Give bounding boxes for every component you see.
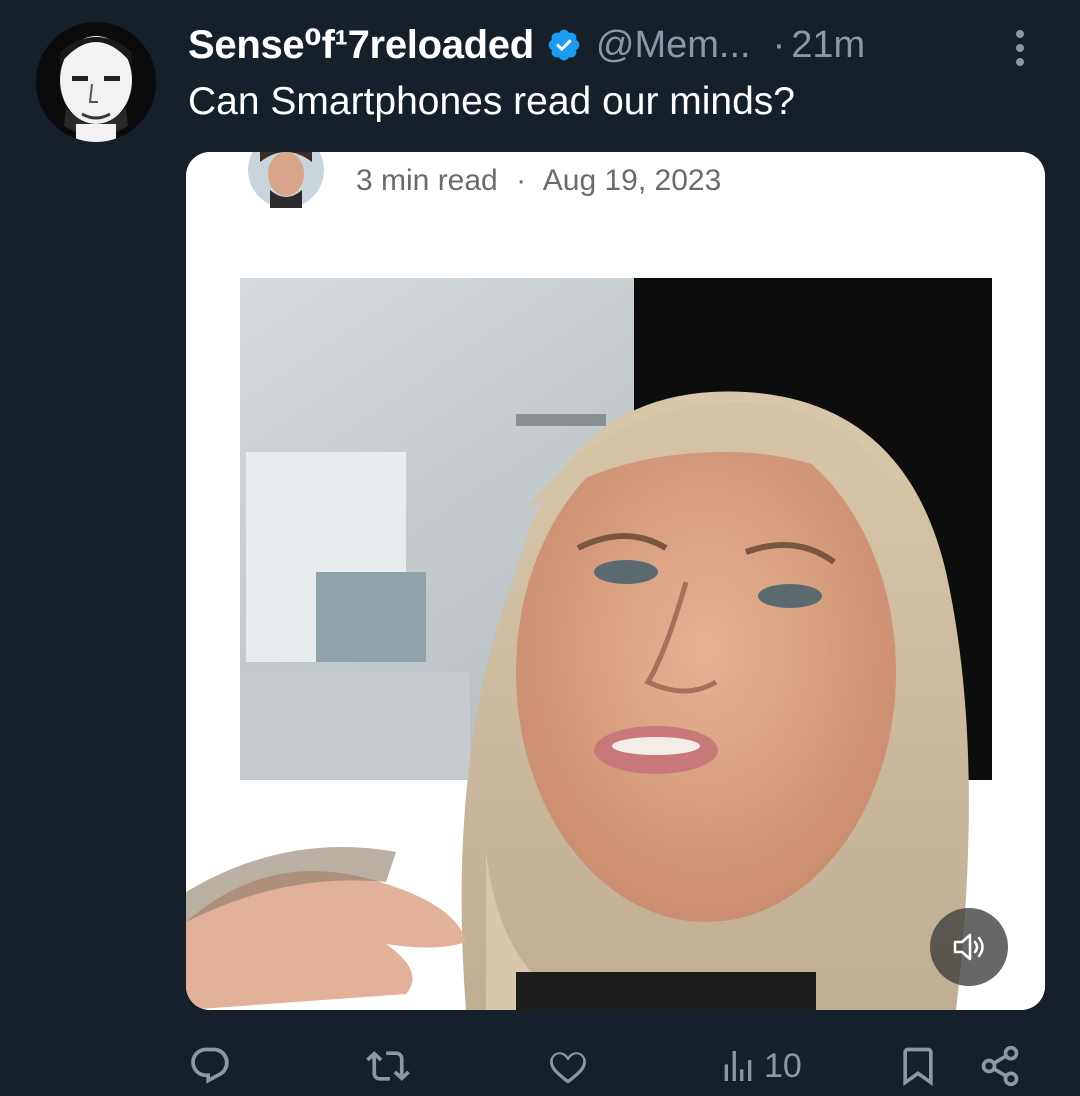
user-handle[interactable]: @Mem... [596, 24, 751, 67]
avatar[interactable] [36, 22, 156, 142]
share-button[interactable] [978, 1044, 1022, 1088]
article-date: Aug 19, 2023 [542, 164, 722, 197]
video-frame [186, 152, 1045, 1010]
tweet[interactable]: Sense⁰f¹7reloaded @Mem... · 21m Can Smar… [0, 0, 1080, 1096]
views-icon [724, 1051, 752, 1081]
sound-icon [953, 933, 984, 961]
retweet-button[interactable] [366, 1044, 410, 1088]
timestamp[interactable]: 21m [791, 24, 865, 67]
bookmark-button[interactable] [896, 1044, 940, 1088]
read-time: 3 min read [356, 164, 498, 197]
views-button[interactable]: 10 [718, 1044, 802, 1088]
reply-button[interactable] [188, 1044, 232, 1088]
article-meta: 3 min read · Aug 19, 2023 [356, 164, 721, 198]
tweet-actions: 10 [0, 1034, 1080, 1096]
tweet-header: Sense⁰f¹7reloaded @Mem... · 21m [188, 20, 865, 70]
avatar-image [36, 22, 156, 142]
like-icon [550, 1052, 586, 1084]
retweet-icon [366, 1051, 410, 1081]
verified-badge-icon[interactable] [546, 27, 582, 63]
bookmark-icon [903, 1047, 933, 1087]
like-button[interactable] [546, 1044, 590, 1088]
sound-toggle-button[interactable] [930, 908, 1008, 986]
views-count: 10 [764, 1046, 802, 1085]
display-name[interactable]: Sense⁰f¹7reloaded [188, 22, 534, 68]
meta-separator: · [516, 164, 527, 197]
tweet-media-video[interactable]: 3 min read · Aug 19, 2023 [186, 152, 1045, 1010]
tweet-text: Can Smartphones read our minds? [188, 80, 795, 123]
share-icon [981, 1045, 1019, 1087]
more-vertical-icon[interactable] [1008, 26, 1032, 70]
reply-icon [191, 1047, 229, 1084]
time-separator: · [772, 23, 786, 66]
